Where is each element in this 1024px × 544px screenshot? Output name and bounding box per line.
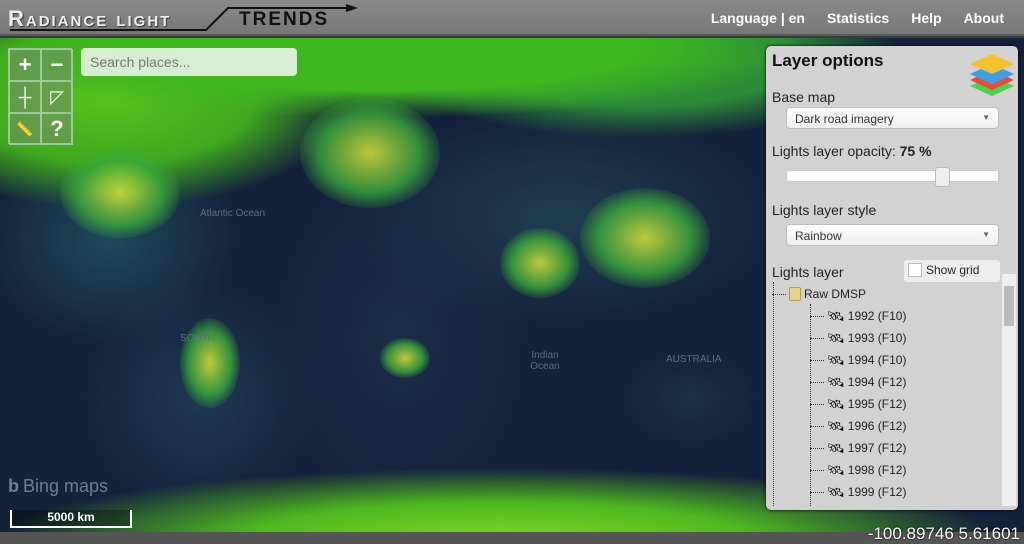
tree-item[interactable]: 🛰 1994 (F10) — [810, 350, 906, 370]
logo-text-trends: TRENDS — [239, 9, 330, 30]
satellite-icon: 🛰 — [827, 439, 845, 456]
layer-options-panel: Layer options Base map Dark road imagery… — [766, 46, 1018, 510]
satellite-icon: 🛰 — [827, 395, 845, 412]
map-label-atlantic: Atlantic Ocean — [200, 208, 266, 219]
help-button[interactable]: ? — [41, 113, 73, 145]
draw-polygon-button[interactable]: ◸ — [41, 81, 73, 113]
satellite-icon: 🛰 — [827, 329, 845, 346]
satellite-icon: 🛰 — [827, 307, 845, 324]
satellite-icon: 🛰 — [827, 417, 845, 434]
opacity-value: 75 % — [899, 143, 932, 159]
tree-item[interactable]: 🛰 1993 (F10) — [810, 328, 906, 348]
tree-item[interactable]: 🛰 1992 (F10) — [810, 306, 906, 326]
satellite-icon: 🛰 — [827, 483, 845, 500]
tree-item-label: 1998 (F12) — [847, 463, 907, 477]
show-grid-checkbox[interactable]: Show grid — [904, 260, 1000, 282]
lights-layer-label: Lights layer — [772, 264, 844, 280]
attribution-text: Bing maps — [23, 476, 109, 496]
tree-folder-raw-dmsp[interactable]: Raw DMSP — [772, 284, 866, 304]
tree-item-label: 1997 (F12) — [847, 441, 907, 455]
tree-item-label: 1994 (F12) — [847, 375, 907, 389]
nav-language[interactable]: Language | en — [711, 10, 805, 26]
tree-item[interactable]: 🛰 1995 (F12) — [810, 394, 906, 414]
logo[interactable]: Radiance light TRENDS — [6, 4, 366, 32]
tree-item-label: 1995 (F12) — [847, 397, 907, 411]
tree-item[interactable]: 🛰 1994 (F12) — [810, 372, 906, 392]
tree-item[interactable]: 🛰 1996 (F12) — [810, 416, 906, 436]
nav-statistics[interactable]: Statistics — [827, 10, 889, 26]
bing-attribution: b Bing maps — [8, 476, 108, 497]
map-label-australia: AUSTRALIA — [666, 354, 722, 365]
cursor-coordinates: -100.89746 5.61601 — [867, 524, 1020, 543]
tree-scrollbar[interactable] — [1002, 274, 1016, 506]
base-map-value: Dark road imagery — [795, 112, 894, 126]
satellite-icon: 🛰 — [827, 351, 845, 368]
style-value: Rainbow — [795, 229, 842, 243]
tree-item-label: 1999 (F12) — [847, 485, 907, 499]
tree-item-label: 1992 (F10) — [847, 309, 907, 323]
chevron-down-icon: ▼ — [982, 230, 990, 239]
folder-icon — [789, 287, 801, 301]
layer-tree: Raw DMSP 🛰 1992 (F10) 🛰 1993 (F10) 🛰 1994 (F10… — [772, 282, 998, 506]
zoom-out-button[interactable]: − — [41, 49, 73, 81]
panel-title: Layer options — [772, 51, 884, 70]
measure-ruler-button[interactable]: 📏 — [9, 113, 41, 145]
style-select[interactable]: Rainbow ▼ — [786, 224, 999, 246]
map-label-south-america: SOUTH — [180, 333, 215, 344]
show-grid-label: Show grid — [926, 263, 980, 277]
map-toolbar: + − ┼ ◸ 📏 ? — [8, 48, 73, 145]
slider-handle[interactable] — [934, 167, 950, 187]
opacity-slider[interactable] — [786, 167, 999, 187]
map-label-indian-ocean: Indian Ocean — [530, 350, 560, 372]
tree-item[interactable]: 🛰 1998 (F12) — [810, 460, 906, 480]
layers-icon — [970, 54, 1014, 96]
tree-item-label: 1996 (F12) — [847, 419, 907, 433]
nav-about[interactable]: About — [964, 10, 1004, 26]
style-label: Lights layer style — [772, 202, 877, 218]
tree-item[interactable]: 🛰 1997 (F12) — [810, 438, 906, 458]
nav-help[interactable]: Help — [911, 10, 941, 26]
locate-button[interactable]: ┼ — [9, 81, 41, 113]
base-map-label: Base map — [772, 89, 836, 105]
checkbox-box[interactable] — [908, 263, 922, 277]
scrollbar-thumb[interactable] — [1004, 286, 1014, 326]
base-map-select[interactable]: Dark road imagery ▼ — [786, 107, 999, 129]
tree-item-label: 1994 (F10) — [847, 353, 907, 367]
scale-bar: 5000 km — [10, 510, 132, 528]
satellite-icon: 🛰 — [827, 461, 845, 478]
opacity-label: Lights layer opacity: 75 % — [772, 143, 932, 159]
zoom-in-button[interactable]: + — [9, 49, 41, 81]
bing-logo-icon: b — [8, 476, 19, 496]
chevron-down-icon: ▼ — [982, 113, 990, 122]
folder-label: Raw DMSP — [804, 287, 867, 301]
logo-text-radiance: Radiance light — [8, 6, 172, 31]
header: Radiance light TRENDS Language | en Stat… — [0, 0, 1024, 36]
tree-item-label: 1993 (F10) — [847, 331, 907, 345]
satellite-icon: 🛰 — [827, 373, 845, 390]
search-input[interactable] — [81, 48, 297, 76]
tree-item[interactable]: 🛰 1999 (F12) — [810, 482, 906, 502]
